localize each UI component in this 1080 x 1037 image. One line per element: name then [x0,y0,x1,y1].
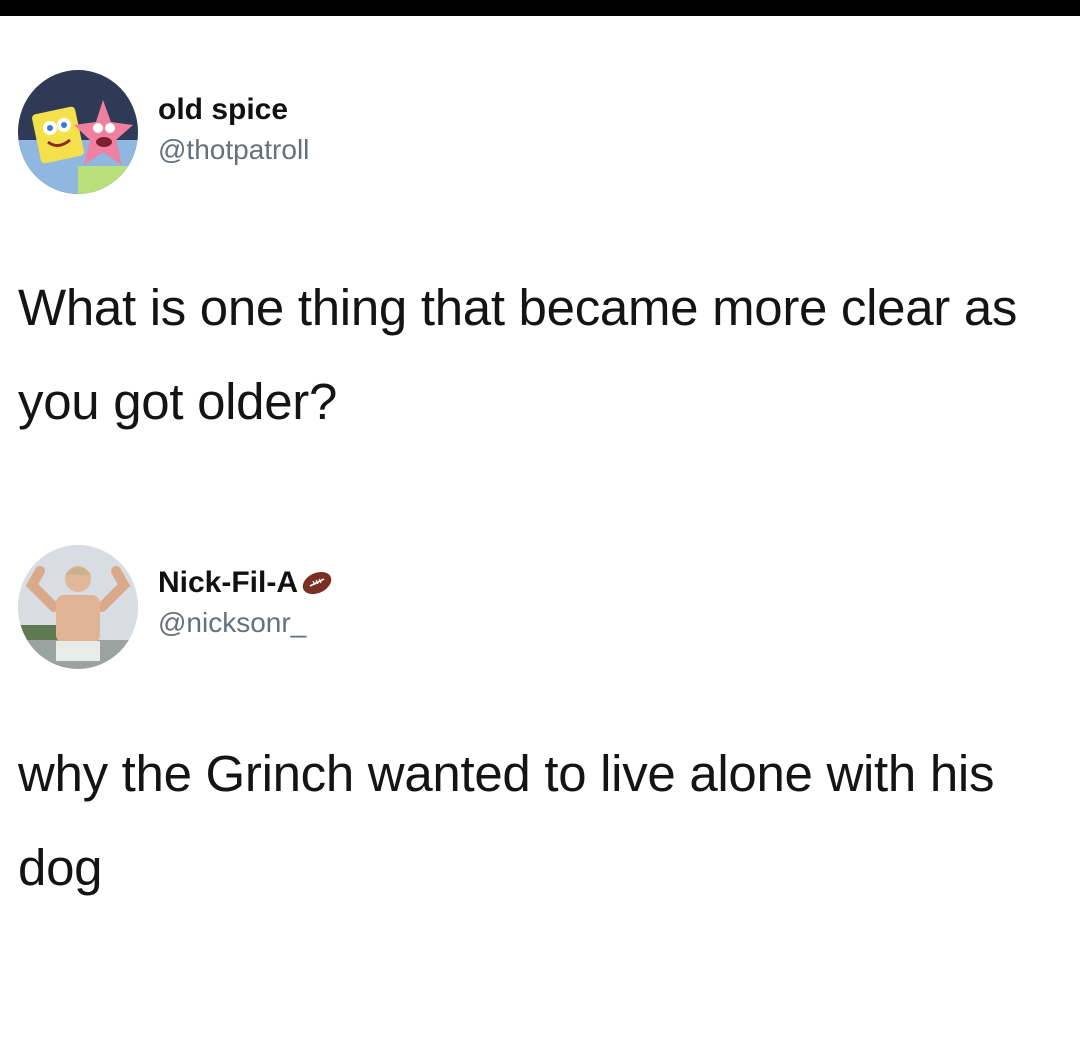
user-handle[interactable]: @nicksonr_ [158,605,334,641]
person-avatar-icon[interactable] [18,545,138,669]
user-handle[interactable]: @thotpatroll [158,132,309,168]
top-black-bar [0,0,1080,16]
display-name[interactable]: old spice [158,92,288,128]
football-emoji-icon [300,568,334,598]
user-info: old spice @thotpatroll [158,92,309,168]
tweet-header: old spice @thotpatroll [0,70,1080,200]
tweet-header: Nick-Fil-A @nicksonr_ [0,545,1080,675]
tweet-text: What is one thing that became more clear… [18,279,1018,430]
display-name[interactable]: Nick-Fil-A [158,565,334,601]
tweet-text: why the Grinch wanted to live alone with… [18,745,995,896]
cartoon-avatar-icon[interactable] [18,70,138,194]
tweet-original: old spice @thotpatroll What is one thing… [0,70,1080,430]
user-info: Nick-Fil-A @nicksonr_ [158,565,334,641]
tweet-reply: Nick-Fil-A @nicksonr_ why the Grinch wan… [0,545,1080,896]
display-name-text: Nick-Fil-A [158,566,299,599]
